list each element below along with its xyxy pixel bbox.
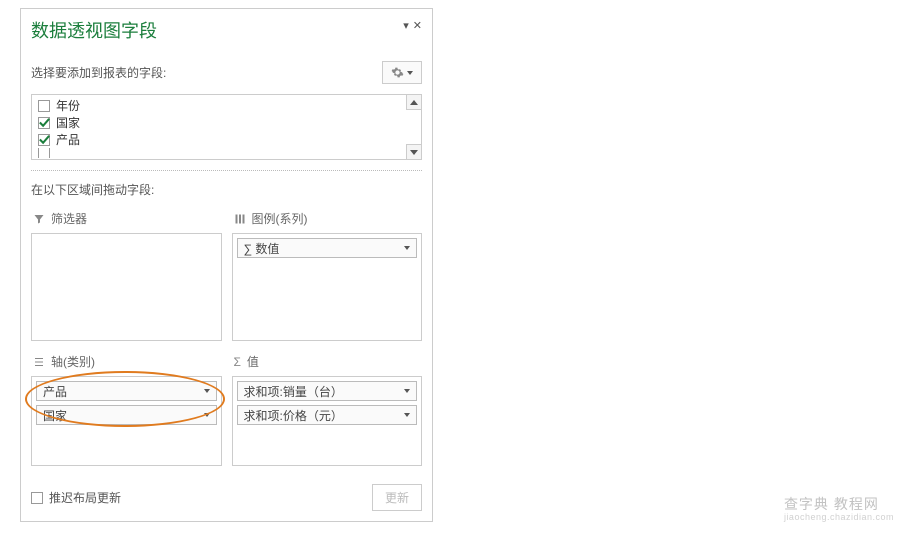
choose-fields-label: 选择要添加到报表的字段: xyxy=(31,64,166,81)
subheader-row: 选择要添加到报表的字段: xyxy=(31,61,422,84)
watermark-main: 查字典 教程网 xyxy=(784,496,879,512)
chevron-down-icon xyxy=(410,150,418,155)
field-label: 年份 xyxy=(56,97,80,114)
panel-window-controls: ▾ ✕ xyxy=(403,17,422,32)
chevron-down-icon xyxy=(407,71,413,75)
values-dropzone[interactable]: 求和项:销量（台） 求和项:价格（元） xyxy=(232,376,423,466)
minimize-icon[interactable]: ▾ xyxy=(403,19,409,32)
legend-dropzone[interactable]: ∑ 数值 xyxy=(232,233,423,341)
settings-button[interactable] xyxy=(382,61,422,84)
area-title: 筛选器 xyxy=(51,210,87,227)
watermark: 查字典 教程网 jiaocheng.chazidian.com xyxy=(784,494,894,522)
watermark-sub: jiaocheng.chazidian.com xyxy=(784,512,894,522)
legend-icon xyxy=(234,213,246,225)
area-header: 图例(系列) xyxy=(232,208,423,233)
field-label: 产品 xyxy=(56,131,80,148)
area-title: 图例(系列) xyxy=(252,210,308,227)
values-item[interactable]: 求和项:价格（元） xyxy=(237,405,418,425)
axis-area: 轴(类别) 产品 国家 xyxy=(31,351,222,466)
axis-icon xyxy=(33,356,45,368)
legend-item[interactable]: ∑ 数值 xyxy=(237,238,418,258)
combo-label: ∑ 数值 xyxy=(244,240,280,257)
filters-dropzone[interactable] xyxy=(31,233,222,341)
chevron-down-icon xyxy=(204,389,210,393)
field-row[interactable]: 年份 xyxy=(32,97,421,114)
chevron-down-icon xyxy=(404,389,410,393)
checkbox xyxy=(38,148,50,158)
area-header: 筛选器 xyxy=(31,208,222,233)
panel-title: 数据透视图字段 xyxy=(31,17,157,43)
drag-areas-label: 在以下区域间拖动字段: xyxy=(31,181,422,198)
legend-area: 图例(系列) ∑ 数值 xyxy=(232,208,423,341)
field-label: 国家 xyxy=(56,114,80,131)
checkbox[interactable] xyxy=(38,134,50,146)
values-item[interactable]: 求和项:销量（台） xyxy=(237,381,418,401)
scroll-up-button[interactable] xyxy=(406,95,421,110)
checkbox[interactable] xyxy=(38,100,50,112)
checkbox[interactable] xyxy=(38,117,50,129)
update-button[interactable]: 更新 xyxy=(372,484,422,511)
axis-item[interactable]: 产品 xyxy=(36,381,217,401)
filter-icon xyxy=(33,213,45,225)
axis-item[interactable]: 国家 xyxy=(36,405,217,425)
field-list: 年份 国家 产品 xyxy=(31,94,422,160)
pivot-chart-fields-panel: 数据透视图字段 ▾ ✕ 选择要添加到报表的字段: 年份 国家 产品 xyxy=(20,8,433,522)
chevron-down-icon xyxy=(204,413,210,417)
combo-label: 国家 xyxy=(43,407,67,424)
divider xyxy=(31,170,422,171)
gear-icon xyxy=(391,66,404,79)
field-row[interactable]: 产品 xyxy=(32,131,421,148)
footer-row: 推迟布局更新 更新 xyxy=(31,484,422,511)
close-icon[interactable]: ✕ xyxy=(413,19,422,32)
area-header: 轴(类别) xyxy=(31,351,222,376)
checkbox[interactable] xyxy=(31,492,43,504)
defer-layout-option[interactable]: 推迟布局更新 xyxy=(31,489,121,506)
area-header: Σ 值 xyxy=(232,351,423,376)
areas-grid: 筛选器 图例(系列) ∑ 数值 轴(类别) 产 xyxy=(31,208,422,466)
combo-label: 求和项:销量（台） xyxy=(244,383,343,400)
area-title: 轴(类别) xyxy=(51,353,95,370)
combo-label: 求和项:价格（元） xyxy=(244,407,343,424)
defer-label: 推迟布局更新 xyxy=(49,489,121,506)
values-area: Σ 值 求和项:销量（台） 求和项:价格（元） xyxy=(232,351,423,466)
axis-dropzone[interactable]: 产品 国家 xyxy=(31,376,222,466)
filters-area: 筛选器 xyxy=(31,208,222,341)
chevron-up-icon xyxy=(410,100,418,105)
sigma-icon: Σ xyxy=(234,355,241,369)
combo-label: 产品 xyxy=(43,383,67,400)
field-row-overflow xyxy=(32,148,421,158)
field-row[interactable]: 国家 xyxy=(32,114,421,131)
area-title: 值 xyxy=(247,353,259,370)
scroll-down-button[interactable] xyxy=(406,144,421,159)
chevron-down-icon xyxy=(404,246,410,250)
panel-header: 数据透视图字段 ▾ ✕ xyxy=(31,17,422,43)
chevron-down-icon xyxy=(404,413,410,417)
